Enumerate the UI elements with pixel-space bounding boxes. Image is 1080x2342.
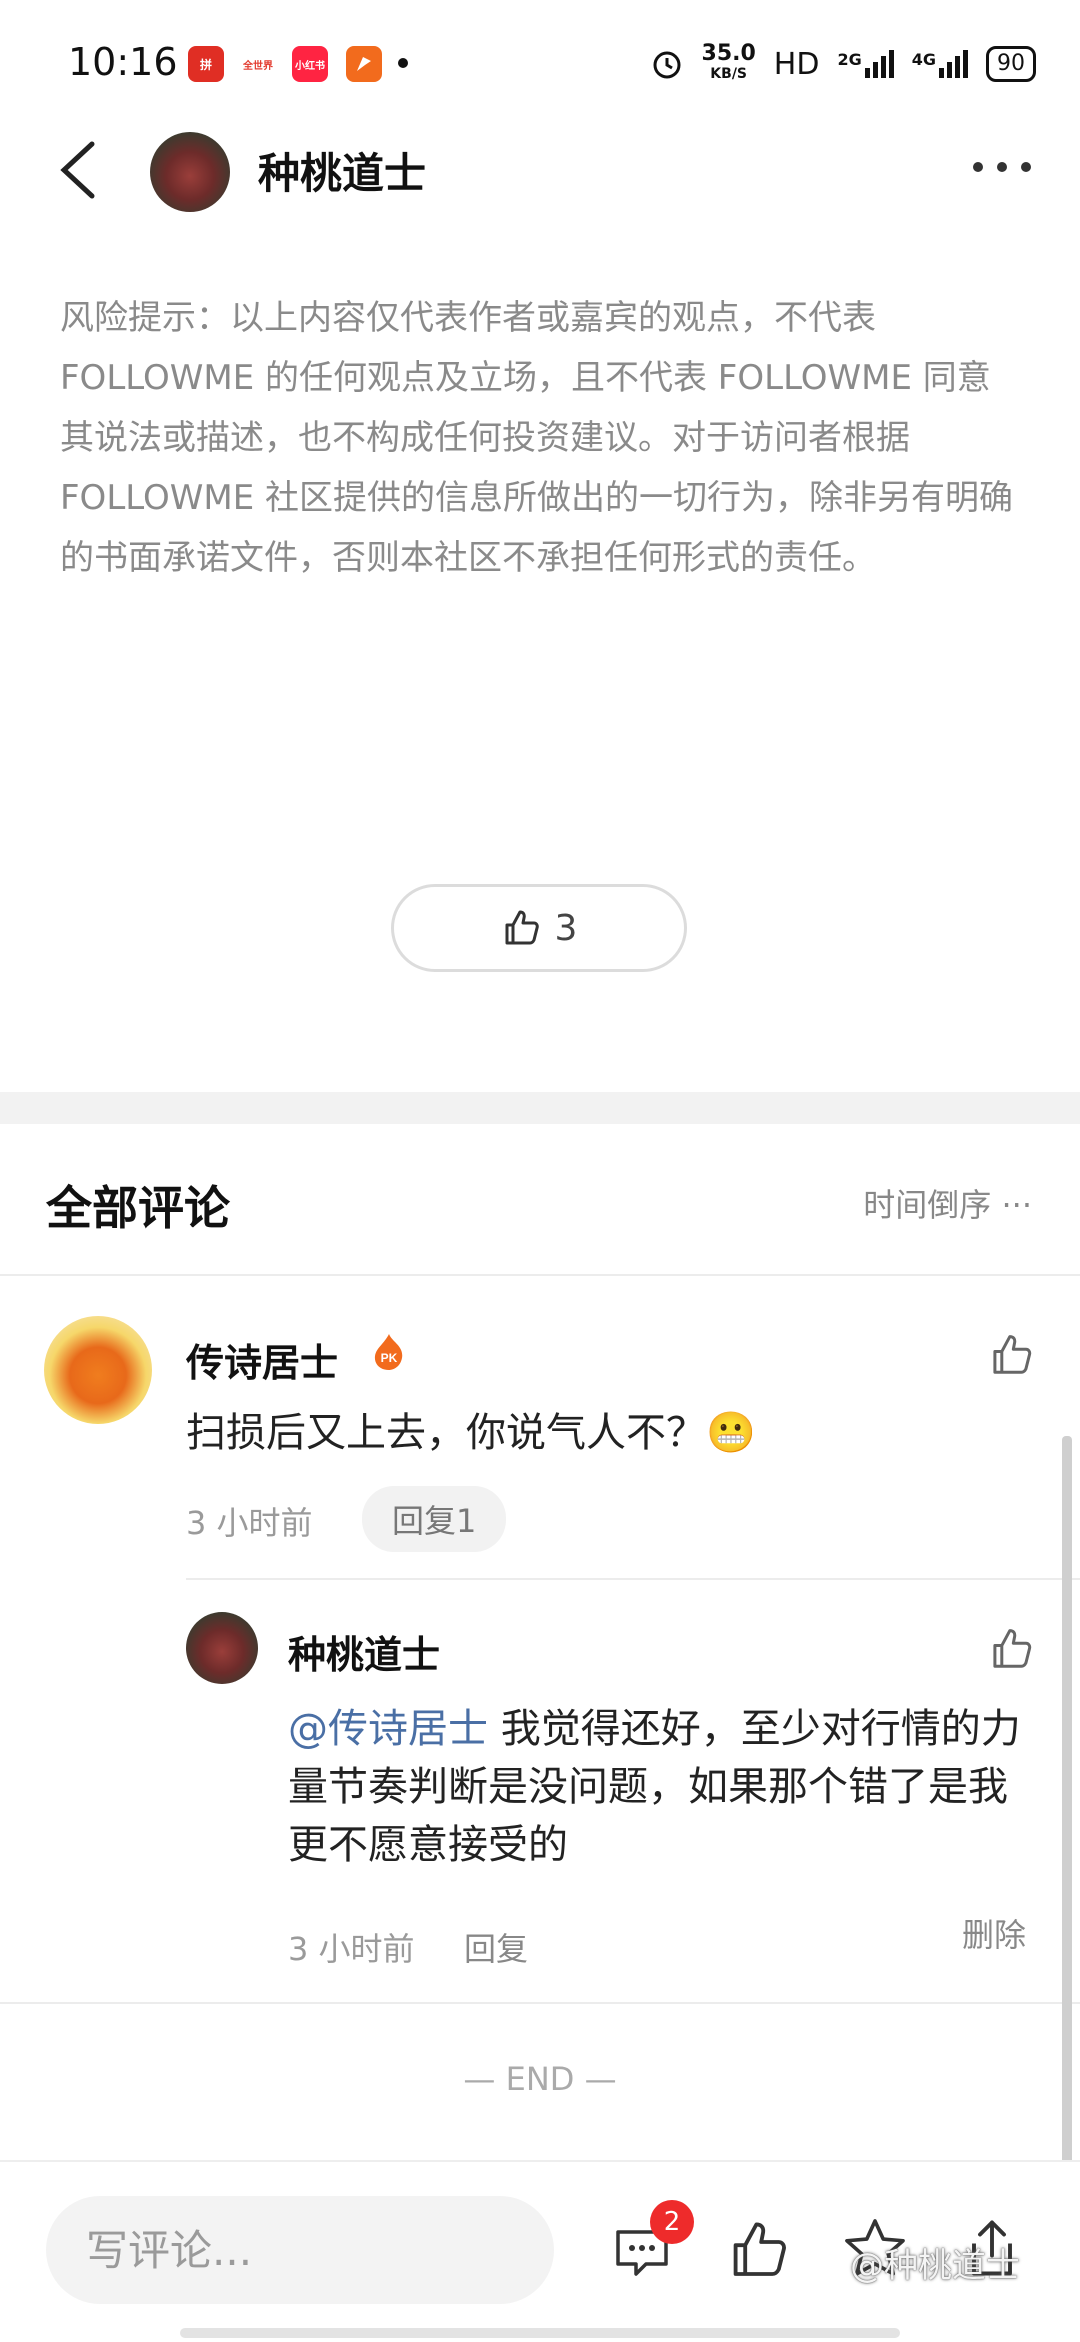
pinduoduo-app-icon: 拼	[188, 46, 224, 82]
reply-text: @传诗居士 我觉得还好，至少对行情的力量节奏判断是没问题，如果那个错了是我更不愿…	[288, 1706, 1021, 1868]
thumbs-up-icon	[993, 1335, 1032, 1374]
home-indicator	[180, 2328, 900, 2338]
divider	[186, 1578, 1080, 1580]
watermark: @种桃道士	[850, 2246, 1020, 2286]
commenter-avatar[interactable]	[44, 1316, 152, 1424]
reply-avatar[interactable]	[186, 1612, 258, 1684]
comments-title: 全部评论	[46, 1181, 230, 1235]
like-post-button[interactable]	[726, 2218, 790, 2286]
comment-like-button[interactable]	[988, 1332, 1034, 1382]
page-title[interactable]: 种桃道士	[258, 140, 426, 201]
ellipsis-icon: ···	[991, 1186, 1032, 1224]
divider	[0, 1274, 1080, 1276]
notification-dot	[398, 58, 408, 68]
reply-time: 3 小时前	[288, 1930, 415, 1968]
chevron-left-icon	[60, 141, 95, 199]
signal-4g-icon: 4G	[912, 50, 968, 78]
network-speed: 35.0 KB/S	[701, 41, 756, 83]
reply-like-button[interactable]	[988, 1626, 1034, 1676]
reply-author-name[interactable]: 种桃道士	[288, 1624, 440, 1679]
flag-app-icon	[346, 46, 382, 82]
reply-count-button[interactable]: 回复1	[362, 1486, 507, 1552]
end-marker: — END —	[463, 2060, 617, 2098]
comment-count-badge: 2	[650, 2200, 694, 2244]
divider	[0, 2002, 1080, 2004]
reply-button[interactable]: 回复	[464, 1924, 528, 1970]
xiaohongshu-app-icon: 小红书	[292, 46, 328, 82]
flame-icon: PK	[374, 1334, 403, 1370]
commenter-name[interactable]: 传诗居士	[186, 1332, 338, 1387]
author-avatar[interactable]	[150, 132, 230, 212]
section-divider	[0, 1092, 1080, 1124]
thumbs-up-icon	[733, 2222, 786, 2276]
thumbs-up-icon	[505, 910, 539, 945]
scrollbar[interactable]	[1062, 1436, 1072, 2236]
comment-input[interactable]	[46, 2196, 554, 2304]
delete-button[interactable]: 删除	[962, 1910, 1026, 1956]
hd-indicator: HD	[773, 46, 820, 82]
quanshijie-app-icon: 全世界	[240, 46, 276, 82]
sort-button[interactable]: 时间倒序 ···	[863, 1180, 1032, 1226]
svg-text:PK: PK	[381, 1351, 398, 1365]
battery-indicator: 90	[986, 46, 1036, 82]
signal-2g-icon: 2G	[837, 50, 894, 78]
alarm-icon	[653, 51, 681, 79]
more-dots-icon	[973, 162, 1031, 172]
mention-link[interactable]: @传诗居士	[288, 1706, 488, 1752]
comment-text: 扫损后又上去，你说气人不？😬	[186, 1410, 756, 1456]
back-button[interactable]	[52, 138, 112, 202]
pk-badge: PK	[370, 1332, 408, 1372]
thumbs-up-icon	[993, 1629, 1032, 1668]
risk-notice: 风险提示：以上内容仅代表作者或嘉宾的观点，不代表 FOLLOWME 的任何观点及…	[60, 298, 1013, 578]
status-time: 10:16	[68, 40, 178, 84]
like-count: 3	[554, 907, 578, 949]
like-button[interactable]: 3	[391, 884, 687, 972]
comment-time: 3 小时前	[186, 1504, 313, 1542]
more-button[interactable]	[968, 150, 1036, 184]
status-icons: 35.0 KB/S HD 2G 4G 90	[650, 41, 1036, 84]
